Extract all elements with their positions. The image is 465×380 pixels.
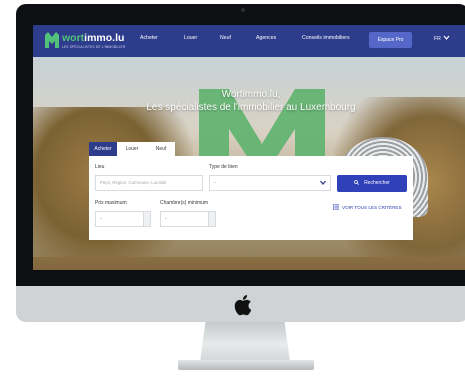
prix-select[interactable]: - (95, 211, 151, 227)
nav-neuf[interactable]: Neuf (220, 35, 231, 41)
brand-logo[interactable]: wortimmo.lu LES SPÉCIALISTES DE L'IMMOBI… (45, 31, 135, 53)
imac-monitor: wortimmo.lu LES SPÉCIALISTES DE L'IMMOBI… (16, 4, 465, 322)
nav-acheter[interactable]: Acheter (140, 35, 158, 41)
chambres-select-value: - (165, 216, 167, 222)
chevron-down-icon (443, 35, 450, 40)
monitor-stand (200, 322, 290, 362)
hero-subtitle: Les spécialistes de l'immobilier au Luxe… (146, 102, 356, 113)
search-button[interactable]: Rechercher (337, 175, 407, 192)
chambres-select[interactable]: - (160, 211, 216, 227)
spinner-icon (208, 212, 215, 226)
brand-name: wortimmo.lu (62, 32, 124, 44)
chambres-label: Chambre(s) minimum (160, 200, 209, 206)
website-screen: wortimmo.lu LES SPÉCIALISTES DE L'IMMOBI… (33, 25, 465, 270)
prix-label: Prix maximum (95, 200, 127, 206)
search-panel: Lieu Pays, Région, Commune, Localité Typ… (89, 156, 413, 240)
nav-louer[interactable]: Louer (184, 35, 197, 41)
brand-tagline: LES SPÉCIALISTES DE L'IMMOBILIER (62, 45, 126, 49)
apple-logo-icon (234, 295, 252, 316)
list-icon (333, 204, 339, 210)
all-criteria-label: VOIR TOUS LES CRITÈRES (342, 205, 402, 210)
lieu-label: Lieu (95, 164, 105, 170)
type-label: Type de bien (209, 164, 238, 170)
type-select-value: - (214, 180, 216, 186)
screen-bezel: wortimmo.lu LES SPÉCIALISTES DE L'IMMOBI… (16, 4, 465, 286)
nav-conseils[interactable]: Conseils immobiliers (302, 35, 350, 41)
photo-ground (33, 257, 465, 270)
search-button-label: Rechercher (364, 180, 390, 186)
nav-agences[interactable]: Agences (256, 35, 276, 41)
hero-title: Wortimmo.lu, (221, 89, 281, 100)
type-select[interactable]: - (209, 175, 331, 191)
brand-name-immo: immo.lu (84, 32, 125, 44)
chevron-down-icon (320, 180, 326, 186)
brand-house-icon (45, 32, 59, 48)
spinner-icon (143, 212, 150, 226)
all-criteria-link[interactable]: VOIR TOUS LES CRITÈRES (333, 204, 402, 210)
lieu-input[interactable]: Pays, Région, Commune, Localité (95, 175, 203, 191)
espace-pro-button[interactable]: Espace Pro (369, 32, 412, 48)
search-icon (354, 180, 359, 185)
tab-neuf[interactable]: Neuf (147, 142, 175, 156)
tab-acheter[interactable]: Acheter (89, 142, 117, 156)
prix-select-value: - (100, 216, 102, 222)
language-selector[interactable]: FR (434, 35, 450, 42)
tab-louer[interactable]: Louer (117, 142, 147, 156)
camera-icon (241, 8, 245, 12)
brand-name-wort: wort (62, 32, 85, 44)
language-label: FR (434, 36, 441, 42)
top-navbar: wortimmo.lu LES SPÉCIALISTES DE L'IMMOBI… (33, 25, 465, 57)
monitor-stand-base (178, 360, 314, 370)
